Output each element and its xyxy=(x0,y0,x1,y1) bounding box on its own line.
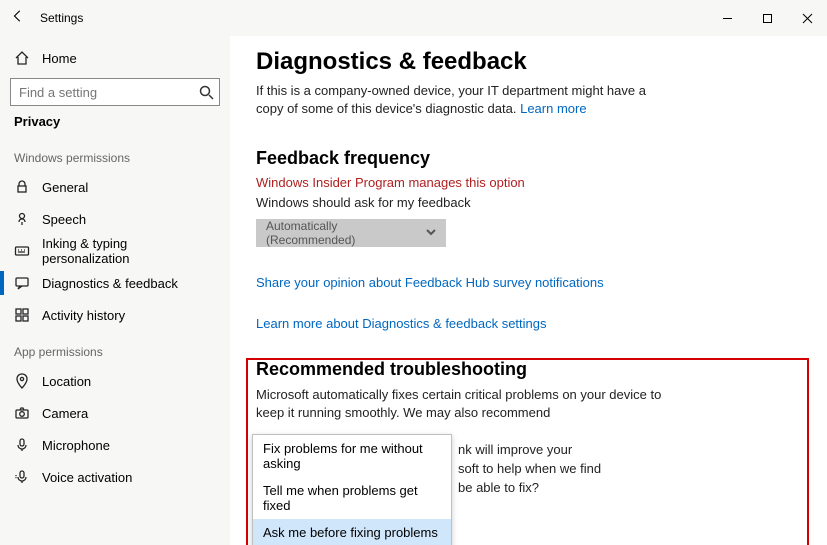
group-app-permissions: App permissions xyxy=(0,331,230,365)
dropdown-value: Automatically (Recommended) xyxy=(266,219,426,247)
window-minimize[interactable] xyxy=(707,0,747,36)
search-box[interactable] xyxy=(10,78,220,106)
sidebar-item-activity[interactable]: Activity history xyxy=(0,299,230,331)
sidebar-item-label: General xyxy=(42,180,88,195)
sidebar: Home Privacy Windows permissions General… xyxy=(0,36,230,545)
activity-icon xyxy=(14,307,30,323)
main-content: Diagnostics & feedback If this is a comp… xyxy=(230,36,827,545)
home-icon xyxy=(14,50,30,66)
troubleshooting-dropdown[interactable]: Fix problems for me without asking Tell … xyxy=(252,434,452,545)
lock-icon xyxy=(14,179,30,195)
sidebar-item-label: Diagnostics & feedback xyxy=(42,276,178,291)
voice-icon xyxy=(14,469,30,485)
page-title: Diagnostics & feedback xyxy=(256,48,801,76)
sidebar-label-home: Home xyxy=(42,51,77,66)
search-input[interactable] xyxy=(10,78,220,106)
back-button[interactable] xyxy=(0,9,36,27)
recommended-paragraph: Microsoft automatically fixes certain cr… xyxy=(256,386,676,424)
sidebar-item-label: Microphone xyxy=(42,438,110,453)
sidebar-item-inking[interactable]: Inking & typing personalization xyxy=(0,235,230,267)
learn-diagnostics-link[interactable]: Learn more about Diagnostics & feedback … xyxy=(256,316,801,331)
group-windows-permissions: Windows permissions xyxy=(0,137,230,171)
microphone-icon xyxy=(14,437,30,453)
app-title: Settings xyxy=(40,11,83,25)
feedback-ask-label: Windows should ask for my feedback xyxy=(256,194,676,212)
sidebar-item-voice-activation[interactable]: Voice activation xyxy=(0,461,230,493)
sidebar-item-camera[interactable]: Camera xyxy=(0,397,230,429)
window-maximize[interactable] xyxy=(747,0,787,36)
feedback-frequency-heading: Feedback frequency xyxy=(256,148,801,169)
dropdown-option[interactable]: Fix problems for me without asking xyxy=(253,435,451,477)
location-icon xyxy=(14,373,30,389)
titlebar: Settings xyxy=(0,0,827,36)
search-icon xyxy=(198,84,214,100)
dropdown-option[interactable]: Tell me when problems get fixed xyxy=(253,477,451,519)
sidebar-item-speech[interactable]: Speech xyxy=(0,203,230,235)
obscured-text: nk will improve your soft to help when w… xyxy=(458,441,601,498)
sidebar-section-title: Privacy xyxy=(0,114,230,137)
sidebar-item-label: Location xyxy=(42,374,91,389)
sidebar-item-home[interactable]: Home xyxy=(0,42,230,74)
sidebar-item-label: Inking & typing personalization xyxy=(42,236,216,266)
survey-link[interactable]: Share your opinion about Feedback Hub su… xyxy=(256,275,801,290)
recommended-heading: Recommended troubleshooting xyxy=(256,359,801,380)
sidebar-item-label: Activity history xyxy=(42,308,125,323)
camera-icon xyxy=(14,405,30,421)
insider-notice[interactable]: Windows Insider Program manages this opt… xyxy=(256,175,801,190)
feedback-icon xyxy=(14,275,30,291)
keyboard-icon xyxy=(14,243,30,259)
learn-more-link[interactable]: Learn more xyxy=(520,101,586,116)
speech-icon xyxy=(14,211,30,227)
window-close[interactable] xyxy=(787,0,827,36)
sidebar-item-general[interactable]: General xyxy=(0,171,230,203)
sidebar-item-diagnostics[interactable]: Diagnostics & feedback xyxy=(0,267,230,299)
sidebar-item-label: Camera xyxy=(42,406,88,421)
feedback-frequency-dropdown: Automatically (Recommended) xyxy=(256,219,446,247)
sidebar-item-label: Speech xyxy=(42,212,86,227)
intro-body: If this is a company-owned device, your … xyxy=(256,83,646,116)
sidebar-item-location[interactable]: Location xyxy=(0,365,230,397)
intro-text: If this is a company-owned device, your … xyxy=(256,82,676,118)
sidebar-item-microphone[interactable]: Microphone xyxy=(0,429,230,461)
sidebar-item-label: Voice activation xyxy=(42,470,132,485)
chevron-down-icon xyxy=(426,226,436,240)
dropdown-option-selected[interactable]: Ask me before fixing problems xyxy=(253,519,451,545)
